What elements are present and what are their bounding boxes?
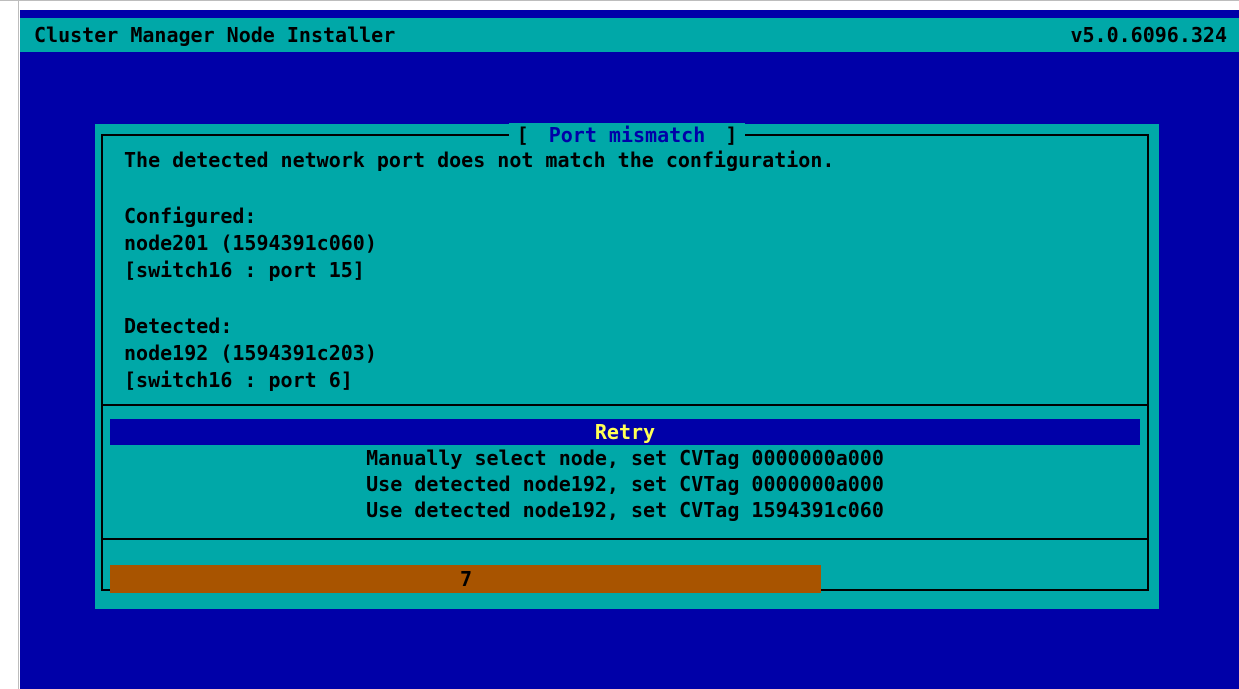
menu-item-use-detected-default-tag[interactable]: Use detected node192, set CVTag 0000000a… [110,471,1140,497]
configured-port: [switch16 : port 15] [124,258,365,282]
configured-label: Configured: [124,204,257,228]
screenshot-frame-top [0,0,1239,1]
screenshot-frame-left [18,0,19,689]
dialog-title-open-bracket: [ [512,123,533,147]
menu-progress-divider [101,538,1149,540]
countdown-progress: 7 [110,565,1140,593]
detected-port: [switch16 : port 6] [124,368,353,392]
app-title: Cluster Manager Node Installer [34,23,396,47]
dialog-title-close-bracket: ] [721,123,742,147]
menu-item-use-detected-keep-tag[interactable]: Use detected node192, set CVTag 1594391c… [110,497,1140,523]
console-screen: Cluster Manager Node Installer v5.0.6096… [20,10,1239,689]
detected-label: Detected: [124,314,233,338]
countdown-value: 7 [459,567,473,591]
dialog-title: [ Port mismatch ] [95,123,1159,147]
port-mismatch-dialog: [ Port mismatch ] The detected network p… [95,123,1159,609]
menu-item-manual-select[interactable]: Manually select node, set CVTag 0000000a… [110,445,1140,471]
menu-item-retry[interactable]: Retry [110,419,1140,445]
info-menu-divider [101,404,1149,406]
configured-node: node201 (1594391c060) [124,231,377,255]
title-bar: Cluster Manager Node Installer v5.0.6096… [20,18,1239,52]
app-version: v5.0.6096.324 [1070,23,1227,47]
mismatch-message: The detected network port does not match… [124,148,835,172]
dialog-title-text: Port mismatch [544,123,710,147]
detected-node: node192 (1594391c203) [124,341,377,365]
